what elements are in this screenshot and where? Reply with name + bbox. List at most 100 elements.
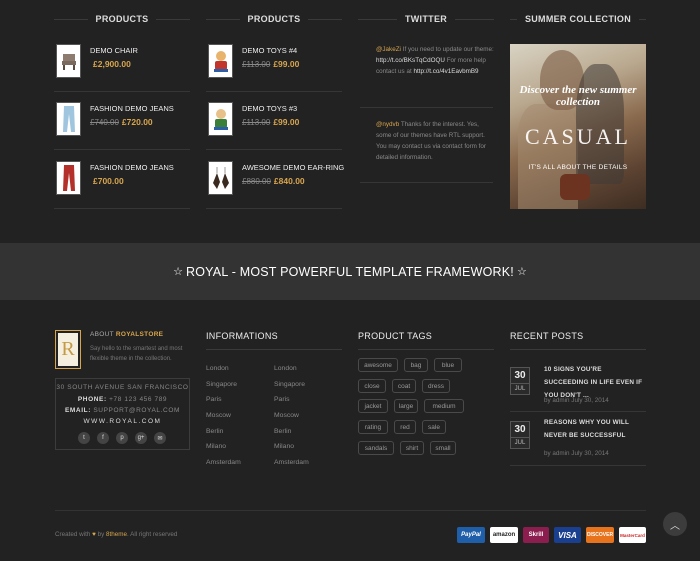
product-price: £113.00 £99.00 xyxy=(242,59,300,69)
footer-divider xyxy=(55,510,646,511)
info-link[interactable]: London xyxy=(206,365,229,372)
product-item[interactable]: DEMO TOYS #3 £113.00 £99.00 xyxy=(206,102,342,150)
chair-icon[interactable] xyxy=(56,44,81,78)
email[interactable]: EMAIL: SUPPORT@ROYAL.COM xyxy=(56,407,189,414)
scroll-to-top-button[interactable]: ︿ xyxy=(663,512,687,536)
brand-link[interactable]: 8theme xyxy=(106,531,127,538)
tweet-text: If you need to update our theme: xyxy=(400,46,494,53)
tweet: @JakeZi If you need to update our theme:… xyxy=(376,44,494,77)
pinterest-icon[interactable]: p xyxy=(116,432,128,444)
tag-chip[interactable]: rating xyxy=(358,420,388,434)
product-price: £2,900.00 xyxy=(93,59,131,69)
copyright: Created with ♥ by 8theme. All right rese… xyxy=(55,531,178,538)
twitter-icon[interactable]: t xyxy=(78,432,90,444)
info-link[interactable]: Moscow xyxy=(274,412,299,419)
post-meta: by admin July 30, 2014 xyxy=(544,397,609,404)
facebook-icon[interactable]: f xyxy=(97,432,109,444)
post-meta: by admin July 30, 2014 xyxy=(544,450,609,457)
info-link[interactable]: Paris xyxy=(274,396,290,403)
tweet: @nydvb Thanks for the interest. Yes, som… xyxy=(376,119,494,163)
product-item[interactable]: AWESOME DEMO EAR-RING £880.00 £840.00 xyxy=(206,161,344,209)
product-name[interactable]: DEMO TOYS #4 xyxy=(242,46,297,55)
product-name[interactable]: DEMO TOYS #3 xyxy=(242,104,297,113)
tag-chip[interactable]: bag xyxy=(404,358,428,372)
banner-text: ROYAL - MOST POWERFUL TEMPLATE FRAMEWORK… xyxy=(186,264,514,279)
skrill-icon: Skrill xyxy=(523,527,549,543)
tag-chip[interactable]: blue xyxy=(434,358,462,372)
tweet-link[interactable]: http://t.co/4v1EavbmB9 xyxy=(413,68,478,75)
info-link[interactable]: Berlin xyxy=(274,428,291,435)
tag-chip[interactable]: sandals xyxy=(358,441,394,455)
post-date-badge: 30 JUL xyxy=(510,367,530,395)
summer-collection-banner[interactable]: Discover the new summer collection CASUA… xyxy=(510,44,646,209)
tag-chip[interactable]: dress xyxy=(422,379,450,393)
tag-chip[interactable]: small xyxy=(430,441,456,455)
tweet-handle[interactable]: @nydvb xyxy=(376,121,399,128)
tag-chip[interactable]: jacket xyxy=(358,399,388,413)
recent-posts-title: RECENT POSTS xyxy=(510,331,584,341)
tweet-handle[interactable]: @JakeZi xyxy=(376,46,401,53)
amazon-icon: amazon xyxy=(490,527,518,543)
info-link[interactable]: Amsterdam xyxy=(206,459,241,466)
product-item[interactable]: FASHION DEMO JEANS £700.00 xyxy=(54,161,190,209)
promo-title: CASUAL xyxy=(524,124,631,149)
product-item[interactable]: DEMO TOYS #4 £113.00 £99.00 xyxy=(206,44,342,92)
tag-chip[interactable]: coat xyxy=(392,379,416,393)
info-link[interactable]: Moscow xyxy=(206,412,231,419)
mastercard-icon: MasterCard xyxy=(619,527,646,543)
products-title-2: PRODUCTS xyxy=(206,14,342,24)
product-name[interactable]: AWESOME DEMO EAR-RING xyxy=(242,163,344,172)
promo-headline: Discover the new summer collection xyxy=(519,84,637,108)
informations-title: INFORMATIONS xyxy=(206,331,278,341)
address: 30 SOUTH AVENUE SAN FRANCISCO xyxy=(56,384,189,391)
tag-chip[interactable]: awesome xyxy=(358,358,398,372)
info-link[interactable]: London xyxy=(274,365,297,372)
post-date-badge: 30 JUL xyxy=(510,421,530,449)
logo[interactable]: R xyxy=(55,330,81,369)
info-link[interactable]: Singapore xyxy=(274,381,305,388)
tag-chip[interactable]: large xyxy=(394,399,418,413)
paypal-icon: PayPal xyxy=(457,527,485,543)
tag-chip[interactable]: close xyxy=(358,379,386,393)
product-name[interactable]: DEMO CHAIR xyxy=(90,46,138,55)
google-plus-icon[interactable]: g+ xyxy=(135,432,147,444)
info-link[interactable]: Amsterdam xyxy=(274,459,309,466)
product-name[interactable]: FASHION DEMO JEANS xyxy=(90,104,174,113)
toy-icon[interactable] xyxy=(208,102,233,136)
info-link[interactable]: Paris xyxy=(206,396,222,403)
product-tags-title: PRODUCT TAGS xyxy=(358,331,433,341)
product-name[interactable]: FASHION DEMO JEANS xyxy=(90,163,174,172)
about-title: ABOUT ROYALSTORE xyxy=(90,331,164,338)
info-link[interactable]: Milano xyxy=(206,443,226,450)
product-item[interactable]: FASHION DEMO JEANS £740.00 £720.00 xyxy=(54,102,190,150)
info-link[interactable]: Milano xyxy=(274,443,294,450)
toy-icon[interactable] xyxy=(208,44,233,78)
earring-icon[interactable] xyxy=(208,161,233,195)
jeans-icon[interactable] xyxy=(56,102,81,136)
tag-chip[interactable]: shirt xyxy=(400,441,424,455)
mail-icon[interactable]: ✉ xyxy=(154,432,166,444)
tweet-link[interactable]: http://t.co/BKsTqCdOQU xyxy=(376,57,445,64)
divider xyxy=(206,349,342,350)
tag-chip[interactable]: sale xyxy=(422,420,446,434)
red-jeans-icon[interactable] xyxy=(56,161,81,195)
website[interactable]: WWW.ROYAL.COM xyxy=(56,418,189,425)
tweet-divider xyxy=(360,107,493,108)
post-divider xyxy=(510,411,646,412)
info-link[interactable]: Berlin xyxy=(206,428,223,435)
visa-icon: VISA xyxy=(554,527,581,543)
tag-chip[interactable]: red xyxy=(394,420,416,434)
divider xyxy=(358,349,494,350)
star-icon: ☆ xyxy=(173,266,184,278)
info-link[interactable]: Singapore xyxy=(206,381,237,388)
discover-icon: DISCOVER xyxy=(586,527,614,543)
about-description: Say hello to the smartest and most flexi… xyxy=(90,346,183,362)
tag-chip[interactable]: medium xyxy=(424,399,464,413)
product-item[interactable]: DEMO CHAIR £2,900.00 xyxy=(54,44,190,92)
post-title[interactable]: REASONS WHY YOU WILL NEVER BE SUCCESSFUL xyxy=(544,416,646,442)
tweet-divider xyxy=(360,182,493,183)
divider xyxy=(510,349,646,350)
post-divider xyxy=(510,465,646,466)
promo-banner: ☆ ROYAL - MOST POWERFUL TEMPLATE FRAMEWO… xyxy=(0,243,700,300)
product-price: £740.00 £720.00 xyxy=(90,117,153,127)
